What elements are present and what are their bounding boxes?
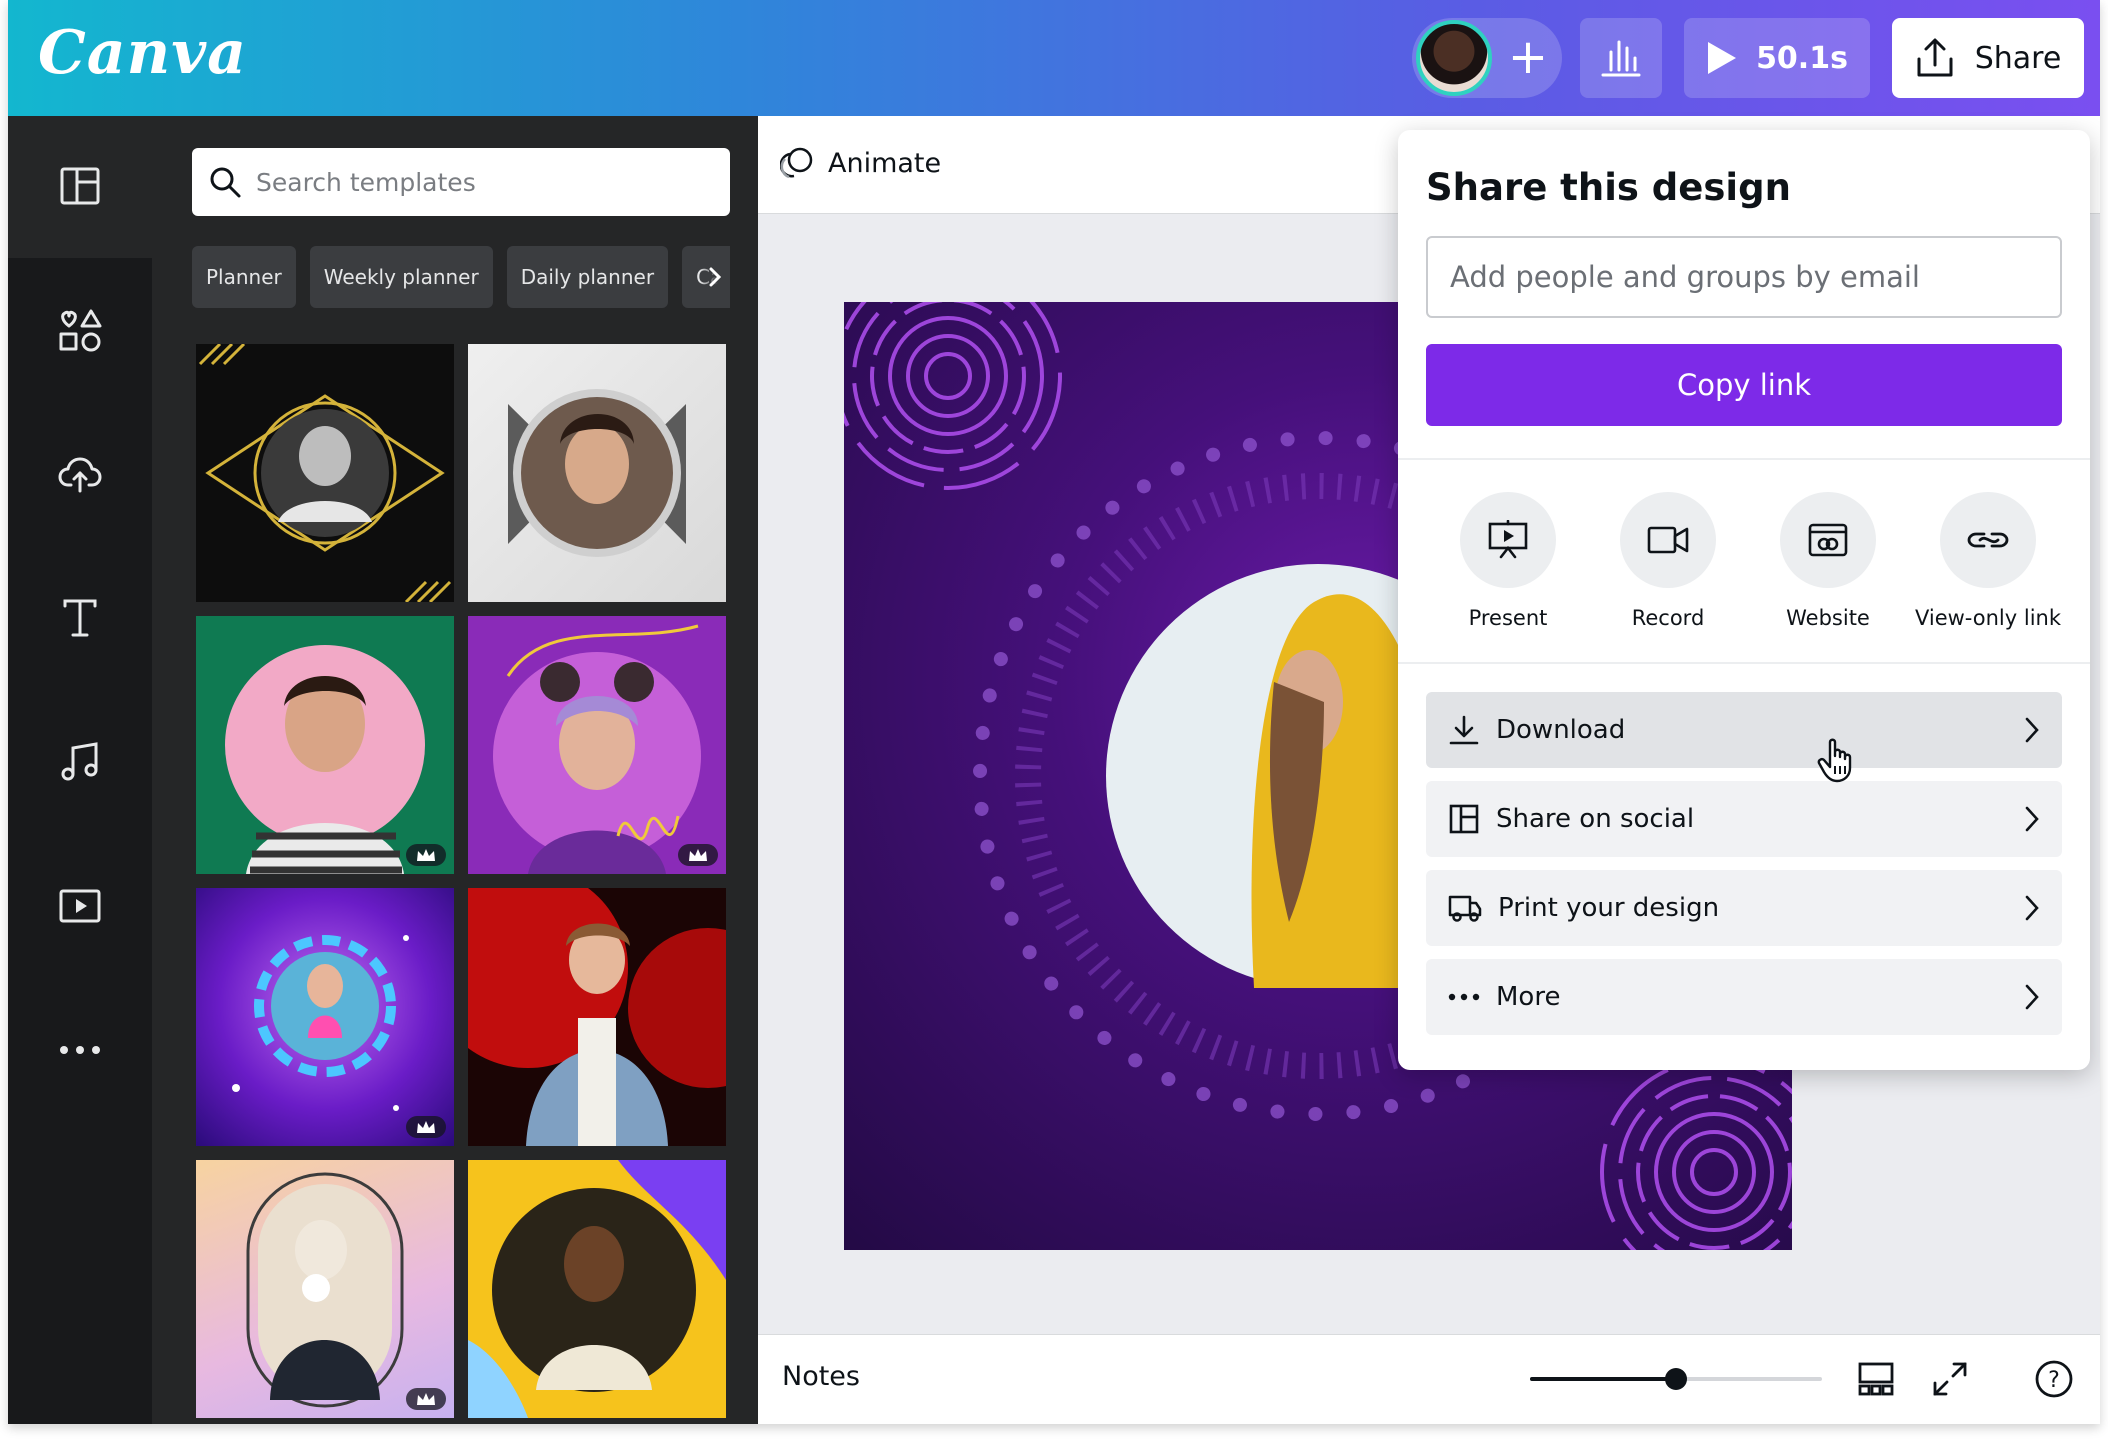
chevron-right-icon	[2025, 984, 2039, 1010]
templates-panel: Planner Weekly planner Daily planner Cal…	[152, 116, 758, 1424]
hand-cursor-icon	[1817, 738, 1852, 783]
upload-share-icon	[1917, 38, 1953, 77]
fullscreen-icon[interactable]	[1928, 1357, 1972, 1401]
view-only-link-action[interactable]: View-only link	[1908, 492, 2068, 642]
insights-button[interactable]	[1580, 18, 1662, 98]
animate-button[interactable]: Animate	[780, 146, 941, 180]
present-timer-button[interactable]: 50.1s	[1684, 18, 1870, 98]
share-on-social-row[interactable]: Share on social	[1426, 781, 2062, 857]
social-icon	[1449, 804, 1479, 834]
premium-crown-icon	[678, 844, 718, 866]
audio-icon[interactable]	[48, 730, 112, 794]
text-icon[interactable]	[48, 586, 112, 650]
template-thumbnail[interactable]	[196, 1160, 454, 1418]
premium-crown-icon	[406, 1388, 446, 1410]
chip-planner[interactable]: Planner	[192, 246, 296, 308]
uploads-icon[interactable]	[48, 442, 112, 506]
template-thumbnail[interactable]	[468, 888, 726, 1146]
copy-link-button[interactable]: Copy link	[1426, 344, 2062, 426]
present-icon	[1460, 492, 1556, 588]
top-bar: Canva + 50.1s Share	[8, 0, 2100, 116]
notes-button[interactable]: Notes	[782, 1361, 860, 1392]
avatar[interactable]	[1416, 20, 1492, 96]
share-on-social-label: Share on social	[1496, 804, 1695, 834]
chips-scroll-right[interactable]	[700, 246, 730, 308]
chevron-right-icon	[709, 267, 722, 287]
template-thumbnail[interactable]	[196, 344, 454, 602]
zoom-slider[interactable]	[1530, 1368, 1822, 1390]
side-rail	[8, 116, 152, 1424]
filter-chips: Planner Weekly planner Daily planner Cal…	[192, 246, 730, 308]
animate-icon	[780, 147, 813, 179]
view-only-link-label: View-only link	[1914, 606, 2062, 630]
present-label: Present	[1468, 606, 1548, 630]
link-icon	[1940, 492, 2036, 588]
record-action[interactable]: Record	[1588, 492, 1748, 642]
present-action[interactable]: Present	[1428, 492, 1588, 642]
grid-view-icon[interactable]	[1854, 1357, 1898, 1401]
help-icon[interactable]: ?	[2032, 1357, 2076, 1401]
template-thumbnail[interactable]	[196, 888, 454, 1146]
timer-label: 50.1s	[1756, 40, 1848, 76]
share-button[interactable]: Share	[1892, 18, 2084, 98]
truck-icon	[1448, 895, 1482, 922]
website-icon	[1780, 492, 1876, 588]
canva-logo[interactable]: Canva	[38, 18, 247, 88]
chip-daily-planner[interactable]: Daily planner	[506, 246, 669, 308]
divider	[1398, 662, 2090, 664]
play-icon	[1708, 42, 1737, 74]
zoom-slider-thumb[interactable]	[1665, 1368, 1687, 1390]
chip-weekly-planner[interactable]: Weekly planner	[309, 246, 493, 308]
chevron-right-icon	[2025, 895, 2039, 921]
more-label: More	[1496, 982, 1561, 1012]
videos-icon[interactable]	[48, 874, 112, 938]
record-label: Record	[1631, 606, 1705, 630]
chevron-right-icon	[2025, 717, 2039, 743]
template-thumbnail[interactable]	[468, 1160, 726, 1418]
share-title: Share this design	[1426, 166, 1791, 209]
share-label: Share	[1974, 40, 2062, 76]
website-label: Website	[1786, 606, 1870, 630]
collaborators-group[interactable]: +	[1412, 18, 1562, 98]
bar-chart-icon	[1601, 40, 1641, 77]
search-box[interactable]	[192, 148, 730, 216]
editor-footer: Notes ?	[758, 1334, 2100, 1424]
animate-label: Animate	[828, 147, 942, 179]
more-row[interactable]: More	[1426, 959, 2062, 1035]
download-row[interactable]: Download	[1426, 692, 2062, 768]
template-thumbnail[interactable]	[468, 344, 726, 602]
premium-crown-icon	[406, 844, 446, 866]
search-icon	[210, 167, 241, 198]
canva-editor-window: Canva + 50.1s Share Search templates Pla…	[8, 0, 2100, 1424]
share-dialog: Share this design Copy link Present Reco…	[1398, 130, 2090, 1070]
download-icon	[1449, 715, 1479, 745]
ellipsis-icon	[1448, 993, 1480, 1001]
premium-crown-icon	[406, 1116, 446, 1138]
website-action[interactable]: Website	[1748, 492, 1908, 642]
elements-icon[interactable]	[48, 298, 112, 362]
print-design-label: Print your design	[1498, 893, 1720, 923]
email-field[interactable]	[1426, 236, 2062, 318]
record-icon	[1620, 492, 1716, 588]
add-collaborator-icon[interactable]: +	[1500, 26, 1556, 90]
more-icon[interactable]	[48, 1018, 112, 1082]
search-input[interactable]	[256, 167, 696, 197]
template-thumbnail[interactable]	[196, 616, 454, 874]
zoom-slider-fill	[1530, 1377, 1676, 1381]
svg-text:?: ?	[2048, 1368, 2060, 1393]
chevron-right-icon	[2025, 806, 2039, 832]
template-thumbnail[interactable]	[468, 616, 726, 874]
templates-icon[interactable]	[48, 154, 112, 218]
download-label: Download	[1496, 715, 1626, 745]
print-design-row[interactable]: Print your design	[1426, 870, 2062, 946]
divider	[1398, 458, 2090, 460]
